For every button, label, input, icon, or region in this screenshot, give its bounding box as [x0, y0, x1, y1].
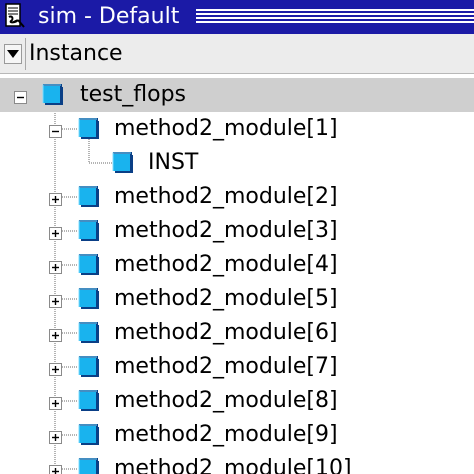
- expand-plus-icon[interactable]: [49, 191, 62, 206]
- expand-plus-icon[interactable]: [49, 463, 62, 474]
- expand-plus-icon[interactable]: [49, 225, 62, 240]
- tree-item-label[interactable]: INST: [148, 146, 198, 180]
- module-instance-icon: [78, 458, 100, 474]
- tree-item-label[interactable]: method2_module[4]: [114, 248, 338, 282]
- tree-item-label[interactable]: method2_module[10]: [114, 452, 352, 474]
- module-instance-icon: [78, 322, 100, 344]
- module-instance-icon: [112, 152, 134, 174]
- tree-row[interactable]: method2_module[7]: [0, 350, 474, 384]
- tree-item-label[interactable]: method2_module[5]: [114, 282, 338, 316]
- module-instance-icon: [78, 118, 100, 140]
- instance-column-header[interactable]: Instance: [29, 34, 123, 74]
- tree-row[interactable]: method2_module[8]: [0, 384, 474, 418]
- sim-document-icon: [3, 2, 27, 30]
- tree-row[interactable]: method2_module[9]: [0, 418, 474, 452]
- expand-plus-icon[interactable]: [49, 259, 62, 274]
- expand-plus-icon[interactable]: [49, 327, 62, 342]
- module-instance-icon: [78, 288, 100, 310]
- tree-item-label[interactable]: method2_module[9]: [114, 418, 338, 452]
- expand-plus-icon[interactable]: [49, 429, 62, 444]
- module-instance-icon: [78, 220, 100, 242]
- header-divider: [25, 38, 26, 70]
- title-bar[interactable]: sim - Default: [0, 0, 474, 34]
- module-instance-icon: [78, 424, 100, 446]
- tree-row[interactable]: method2_module[6]: [0, 316, 474, 350]
- expand-plus-icon[interactable]: [49, 293, 62, 308]
- tree-row[interactable]: test_flops: [0, 78, 474, 112]
- column-menu-down-arrow-icon: [7, 50, 19, 58]
- tree-row[interactable]: method2_module[2]: [0, 180, 474, 214]
- expand-plus-icon[interactable]: [49, 395, 62, 410]
- column-header: Instance: [0, 34, 474, 74]
- expand-plus-icon[interactable]: [49, 361, 62, 376]
- tree-row[interactable]: method2_module[10]: [0, 452, 474, 474]
- tree-item-label[interactable]: method2_module[1]: [114, 112, 338, 146]
- tree-row[interactable]: method2_module[4]: [0, 248, 474, 282]
- collapse-minus-icon[interactable]: [49, 123, 62, 138]
- tree-row[interactable]: method2_module[1]: [0, 112, 474, 146]
- collapse-minus-icon[interactable]: [14, 89, 27, 104]
- module-instance-icon: [78, 254, 100, 276]
- module-instance-icon: [78, 356, 100, 378]
- module-instance-icon: [78, 390, 100, 412]
- sim-window: sim - Default Instance test_flops method2…: [0, 0, 474, 474]
- tree-row[interactable]: INST: [0, 146, 474, 180]
- module-instance-icon: [42, 84, 64, 106]
- tree-item-label[interactable]: method2_module[8]: [114, 384, 338, 418]
- tree-item-label[interactable]: method2_module[6]: [114, 316, 338, 350]
- tree-row[interactable]: method2_module[5]: [0, 282, 474, 316]
- tree-item-label[interactable]: method2_module[7]: [114, 350, 338, 384]
- tree-item-label[interactable]: test_flops: [80, 78, 186, 112]
- module-instance-icon: [78, 186, 100, 208]
- tree-row[interactable]: method2_module[3]: [0, 214, 474, 248]
- title-bar-grip: [196, 9, 474, 25]
- tree-item-label[interactable]: method2_module[3]: [114, 214, 338, 248]
- instance-tree[interactable]: test_flops method2_module[1] INST method2_m…: [0, 74, 474, 474]
- tree-item-label[interactable]: method2_module[2]: [114, 180, 338, 214]
- window-title: sim - Default: [38, 4, 180, 29]
- column-menu-button[interactable]: [4, 44, 22, 64]
